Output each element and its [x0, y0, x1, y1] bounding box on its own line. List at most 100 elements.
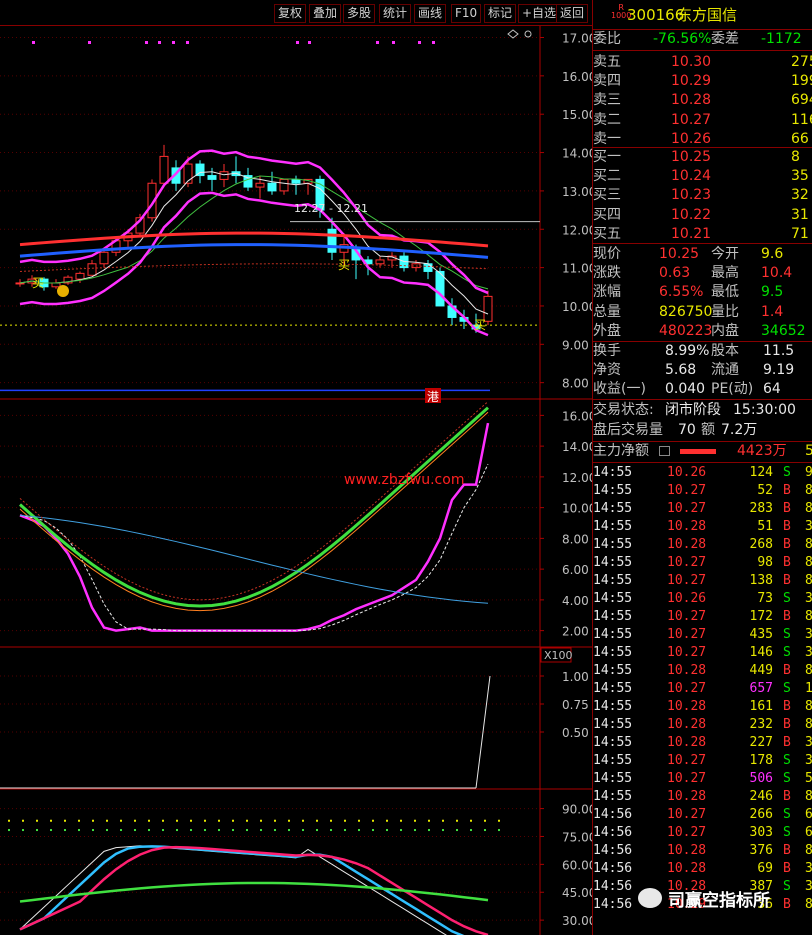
y-tick-label: 1.00	[562, 670, 589, 684]
buy-level-3: 买三 10.23 32	[593, 187, 809, 204]
tick-row: 14:56 10.28 376 B 8	[593, 843, 812, 858]
kd-dot	[22, 829, 24, 832]
kd-dot	[274, 829, 276, 832]
toolbar-btn-0[interactable]: 复权	[274, 4, 307, 23]
tick-row: 14:55 10.27 52 B 8	[593, 483, 812, 498]
tick-row: 14:55 10.26 73 S 3	[593, 591, 812, 606]
kd-dot	[134, 819, 136, 822]
flow-menu-icon[interactable]	[659, 446, 670, 456]
toolbar-btn-5[interactable]: F10	[451, 4, 482, 23]
candle-body	[375, 259, 385, 265]
tick-row: 14:55 10.27 172 B 8	[593, 609, 812, 624]
toolbar-btn-1[interactable]: 叠加	[309, 4, 342, 23]
after-hours: 盘后交易量 70 额 7.2万	[593, 422, 758, 438]
circle-icon[interactable]	[524, 30, 532, 38]
kd-dot	[386, 819, 388, 822]
kd-dot	[274, 819, 276, 822]
signal-dot	[32, 41, 35, 44]
signal-dot	[392, 41, 395, 44]
y-tick-label: 16.00	[562, 409, 592, 423]
kd-dot	[428, 819, 430, 822]
candle-body	[87, 263, 97, 276]
tick-row: 14:55 10.27 138 B 8	[593, 573, 812, 588]
main-flow-row[interactable]: 主力净额 4423万 5	[593, 442, 812, 461]
chart-area[interactable]: 17.00 16.00 15.00 14.00 13.00 12.00 11.00 10.00…	[0, 26, 592, 935]
kd-dot	[8, 829, 10, 832]
kd-dot	[148, 819, 150, 822]
kd-dot	[428, 829, 430, 832]
kd-dot	[218, 819, 220, 822]
candle-body	[291, 178, 301, 184]
kd-dot	[106, 829, 108, 832]
tick-row: 14:55 10.28 449 B 8	[593, 663, 812, 678]
kd-dot	[232, 829, 234, 832]
tick-row: 14:55 10.27 435 S 3	[593, 627, 812, 642]
signal-dot	[186, 41, 189, 44]
signal-dot	[376, 41, 379, 44]
buy-marker: 买	[474, 318, 486, 332]
wechat-label: 司赢空指标所	[668, 891, 770, 911]
kd-dot	[330, 819, 332, 822]
toolbar-btn-7[interactable]: +自选	[518, 4, 561, 23]
toolbar-btn-8[interactable]: 返回	[556, 4, 589, 23]
kd-dot	[246, 829, 248, 832]
tick-row: 14:55 10.28 246 B 8	[593, 789, 812, 804]
kd-dot	[204, 819, 206, 822]
y-tick-label: 30.00	[562, 914, 592, 928]
candle-body	[435, 270, 445, 307]
sell-level-2: 卖四10.29199	[593, 73, 812, 90]
toolbar-btn-2[interactable]: 多股	[343, 4, 376, 23]
y-tick-label: 11.00	[562, 262, 592, 276]
kd-dot	[344, 819, 346, 822]
fund-row-0: 换手 8.99% 股本 11.5	[593, 343, 795, 359]
kd-dot	[120, 819, 122, 822]
sell-level-1: 卖五10.30275	[593, 54, 812, 70]
kd-dot	[470, 829, 472, 832]
kd-dot	[302, 829, 304, 832]
kd-dot	[78, 819, 80, 822]
toolbar-btn-6[interactable]: 标记	[484, 4, 517, 23]
tick-row: 14:55 10.27 146 S 3	[593, 645, 812, 660]
tick-row: 14:55 10.27 178 S 3	[593, 753, 812, 768]
stock-code: 300166	[627, 6, 685, 24]
kd-dot	[36, 819, 38, 822]
chart-canvas[interactable]: 17.00 16.00 15.00 14.00 13.00 12.00 11.00 10.00…	[0, 26, 592, 935]
kd-dot	[484, 829, 486, 832]
indicator-red-dotted	[19, 401, 489, 601]
tick-row: 14:56 10.27 303 S 6	[593, 825, 812, 840]
candle-body	[267, 182, 277, 192]
candle-body	[75, 272, 85, 280]
kd-dot	[22, 819, 24, 822]
signal-dot	[88, 41, 91, 44]
kd-dot	[148, 829, 150, 832]
toolbar-btn-4[interactable]: 画线	[414, 4, 447, 23]
quote-panel: R 1000 300166 东方国信 委比 -76.56% 委差 -1172 卖五…	[592, 0, 812, 935]
signal-dot	[432, 41, 435, 44]
y-tick-label: 15.00	[562, 108, 592, 122]
diamond-icon[interactable]	[507, 29, 519, 39]
candle-body	[159, 155, 169, 184]
quote-row-1: 涨跌 0.63 最高 10.4	[593, 265, 793, 282]
quote-row-3: 总量 826750 量比 1.4	[593, 303, 784, 320]
tick-row: 14:5510.27657S10	[593, 681, 812, 696]
quote-row-2: 涨幅 6.55% 最低 9.5	[593, 284, 784, 301]
kd-dot	[470, 819, 472, 822]
kd-dot	[162, 819, 164, 822]
kd-dot	[358, 819, 360, 822]
quote-row-4: 外盘 480223 内盘 34652	[593, 322, 806, 339]
candle-body	[255, 182, 265, 188]
y-tick-label: 6.00	[562, 563, 589, 577]
hk-marker: 港	[427, 390, 439, 404]
y-tick-label: 0.50	[562, 726, 589, 740]
toolbar-btn-3[interactable]: 统计	[379, 4, 412, 23]
kd-dot	[8, 819, 10, 822]
y-tick-label: 2.00	[562, 625, 589, 639]
kd-dot	[106, 819, 108, 822]
kd-dot	[372, 829, 374, 832]
vol-unit-label: X100	[544, 649, 573, 662]
kd-dot	[190, 829, 192, 832]
kd-dot	[134, 829, 136, 832]
y-tick-label: 10.00	[562, 502, 592, 516]
buy-level-4: 买四 10.22 31	[593, 206, 809, 223]
kd-dot	[484, 819, 486, 822]
